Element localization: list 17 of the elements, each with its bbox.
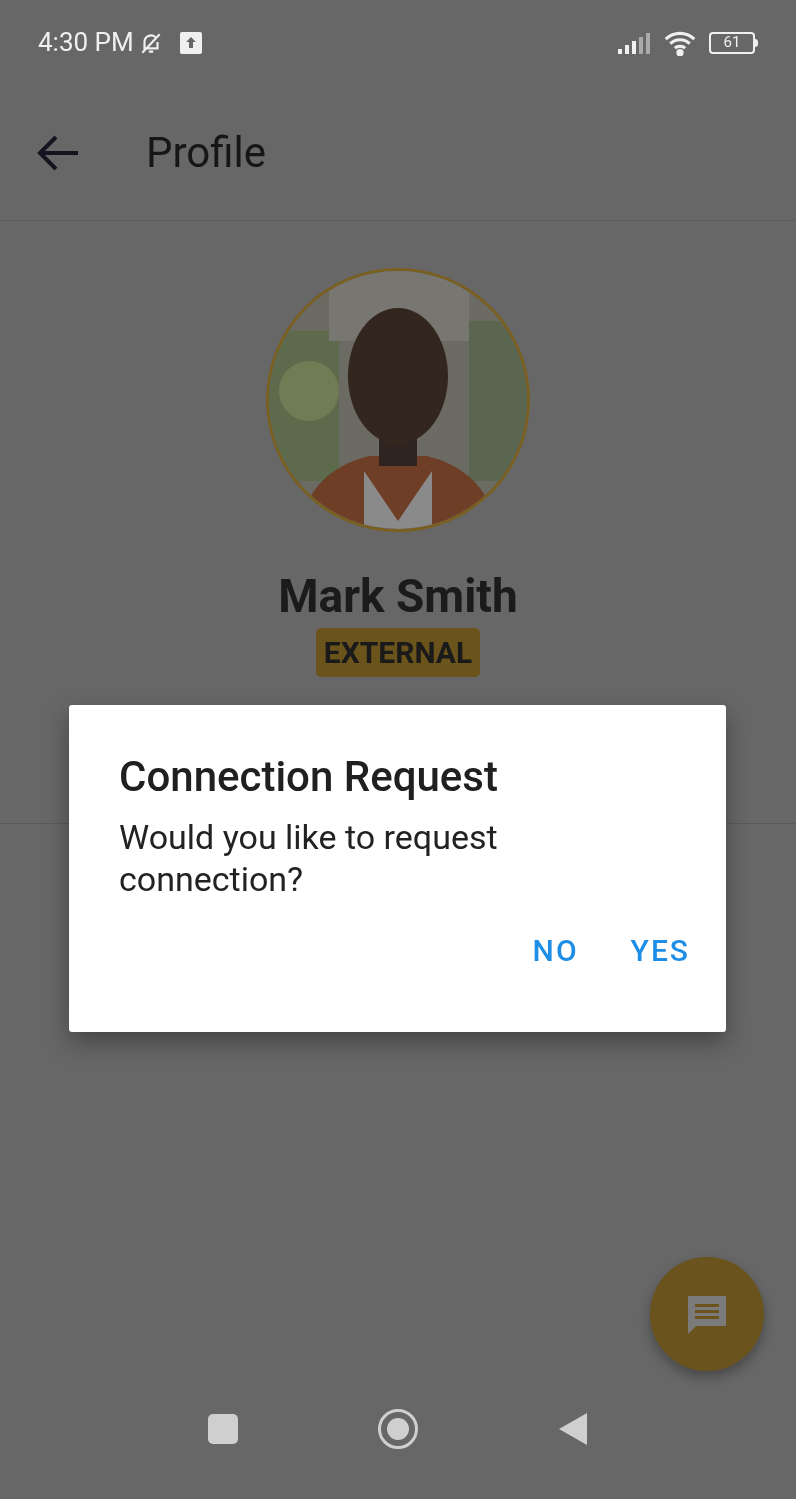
dialog-button[interactable]: NO — [520, 921, 591, 979]
status-time: 4:30 PM — [38, 26, 134, 59]
message-icon — [686, 1294, 728, 1334]
upload-icon — [179, 31, 202, 54]
wifi-icon — [663, 29, 697, 56]
battery-icon: 61 — [709, 31, 755, 54]
dialog-title: Connection Request — [119, 751, 499, 803]
dialog-button[interactable]: YES — [618, 921, 702, 979]
dialog-message: Would you like to request connection? — [119, 815, 499, 900]
profile-name: Mark Smith — [278, 568, 518, 625]
signal-icon — [617, 30, 651, 55]
home-button[interactable] — [378, 1409, 418, 1449]
external-tag: EXTERNAL — [315, 627, 481, 677]
back-arrow-icon[interactable] — [36, 134, 80, 171]
page-title: Profile — [146, 127, 267, 179]
back-button[interactable] — [558, 1412, 588, 1446]
recents-button[interactable] — [208, 1414, 238, 1444]
